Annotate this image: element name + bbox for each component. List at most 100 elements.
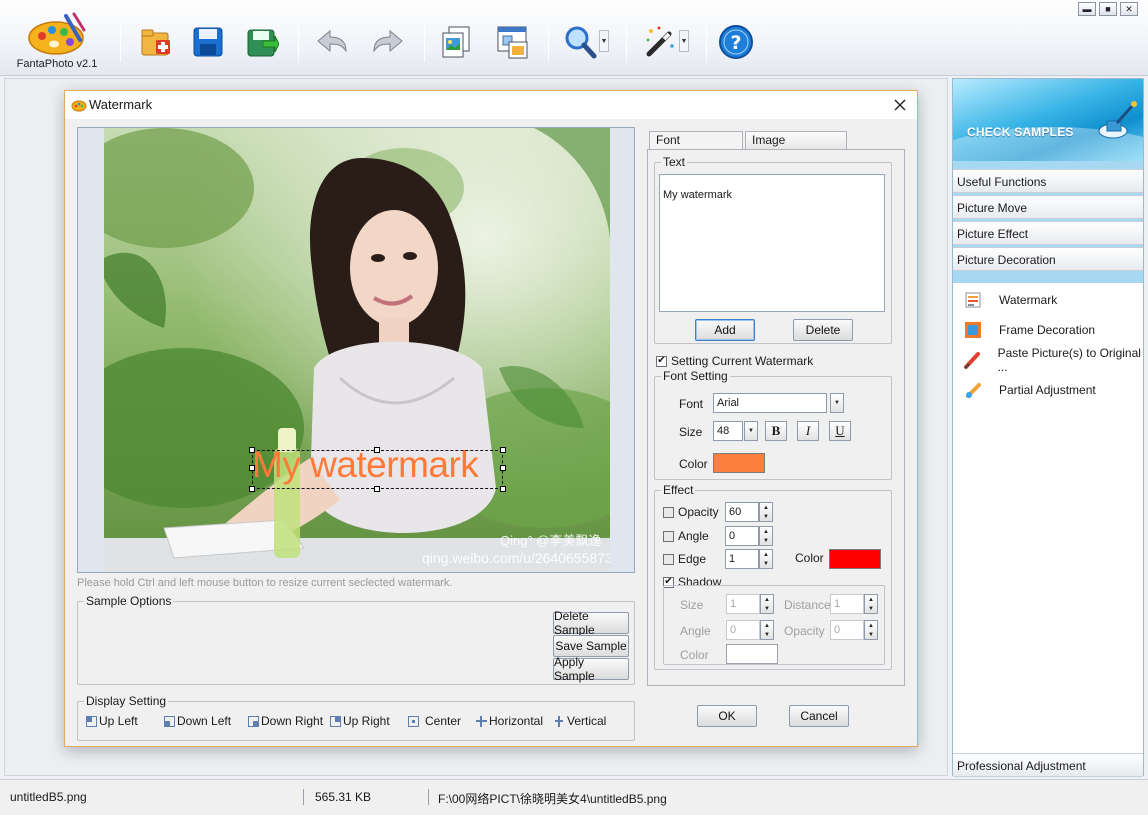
- shadow-distance-spinner[interactable]: ▲ ▼: [864, 594, 878, 614]
- export-button[interactable]: [242, 22, 282, 62]
- section-professional-adjustment[interactable]: Professional Adjustment: [953, 753, 1143, 777]
- horizontal-icon: [476, 715, 487, 727]
- delete-button[interactable]: Delete: [793, 319, 853, 341]
- display-setting-group: Display Setting Up Left Down Left Down R…: [77, 694, 635, 741]
- setting-current-watermark-checkbox[interactable]: ✔ Setting Current Watermark: [656, 354, 813, 368]
- save-as-export-icon: [247, 29, 279, 57]
- resize-handle[interactable]: [374, 447, 380, 453]
- shadow-size-input[interactable]: 1: [726, 594, 760, 614]
- resize-handle[interactable]: [500, 447, 506, 453]
- redo-arrow-icon: [373, 29, 403, 53]
- save-sample-button[interactable]: Save Sample: [553, 635, 629, 657]
- font-select[interactable]: Arial: [713, 393, 827, 413]
- shadow-distance-input[interactable]: 1: [830, 594, 864, 614]
- bold-button[interactable]: B: [765, 421, 787, 441]
- decoration-item-frame[interactable]: Frame Decoration: [963, 319, 1095, 341]
- display-down-left[interactable]: Down Left: [164, 714, 231, 728]
- shadow-angle-input[interactable]: 0: [726, 620, 760, 640]
- paste-window-button[interactable]: [492, 22, 532, 62]
- tab-image-watermark[interactable]: Image Watermark: [745, 131, 847, 161]
- dialog-close-button[interactable]: [889, 95, 911, 115]
- watermark-selection-box[interactable]: [249, 447, 506, 492]
- font-setting-label: Font Setting: [661, 369, 730, 383]
- save-button[interactable]: [188, 22, 228, 62]
- help-button[interactable]: ?: [716, 22, 756, 62]
- magic-wand-button[interactable]: [640, 22, 680, 62]
- svg-text:?: ?: [730, 32, 741, 54]
- display-up-right[interactable]: Up Right: [330, 714, 390, 728]
- angle-checkbox[interactable]: Angle: [663, 529, 709, 543]
- sample-options-label: Sample Options: [84, 594, 174, 608]
- shadow-opacity-spinner[interactable]: ▲ ▼: [864, 620, 878, 640]
- edge-input[interactable]: 1: [725, 549, 759, 569]
- size-label: Size: [679, 425, 703, 439]
- opacity-checkbox[interactable]: Opacity: [663, 505, 719, 519]
- resize-handle[interactable]: [249, 486, 255, 492]
- checkbox-box: [663, 506, 674, 518]
- section-useful-functions[interactable]: Useful Functions: [953, 169, 1143, 193]
- shadow-color-swatch[interactable]: [726, 644, 778, 664]
- display-horizontal[interactable]: Horizontal: [476, 714, 543, 728]
- open-image-button[interactable]: [136, 22, 176, 62]
- display-up-left[interactable]: Up Left: [86, 714, 138, 728]
- check-samples-label: CHECK SAMPLES: [967, 125, 1074, 139]
- section-picture-decoration[interactable]: Picture Decoration: [953, 247, 1143, 271]
- display-down-right[interactable]: Down Right: [248, 714, 323, 728]
- ok-button[interactable]: OK: [697, 705, 757, 727]
- size-dropdown-arrow[interactable]: ▼: [744, 421, 758, 441]
- angle-spinner[interactable]: ▲ ▼: [759, 526, 773, 546]
- decoration-item-paste-picture[interactable]: Paste Picture(s) to Original ...: [963, 346, 1143, 374]
- shadow-angle-spinner[interactable]: ▲ ▼: [760, 620, 774, 640]
- shadow-opacity-input[interactable]: 0: [830, 620, 864, 640]
- palette-small-icon: [71, 100, 87, 112]
- watermark-text-input[interactable]: My watermark: [659, 174, 885, 312]
- italic-button[interactable]: I: [797, 421, 819, 441]
- magic-wand-dropdown-arrow[interactable]: ▼: [679, 30, 689, 52]
- section-picture-move[interactable]: Picture Move: [953, 195, 1143, 219]
- decoration-item-partial-adjustment[interactable]: Partial Adjustment: [963, 379, 1096, 401]
- cancel-button[interactable]: Cancel: [789, 705, 849, 727]
- resize-handle[interactable]: [500, 465, 506, 471]
- minimize-icon[interactable]: ▬: [1078, 2, 1096, 16]
- undo-button[interactable]: [312, 22, 352, 62]
- edge-checkbox[interactable]: Edge: [663, 552, 706, 566]
- photo-url: qing.weibo.com/u/2640655873: [422, 550, 610, 566]
- opacity-input[interactable]: 60: [725, 502, 759, 522]
- add-button[interactable]: Add: [695, 319, 755, 341]
- underline-button[interactable]: U: [829, 421, 851, 441]
- shadow-size-spinner[interactable]: ▲ ▼: [760, 594, 774, 614]
- resize-handle[interactable]: [500, 486, 506, 492]
- decoration-item-watermark[interactable]: Watermark: [963, 289, 1057, 311]
- apply-sample-button[interactable]: Apply Sample: [553, 655, 629, 683]
- shadow-options-group: Size 1 ▲ ▼ Distance 1 ▲ ▼ Angle 0 ▲ ▼ Opaci…: [663, 585, 885, 665]
- check-samples-banner[interactable]: CHECK SAMPLES: [953, 79, 1143, 161]
- close-icon[interactable]: ✕: [1120, 2, 1138, 16]
- resize-handle[interactable]: [374, 486, 380, 492]
- delete-sample-button[interactable]: Delete Sample: [553, 609, 629, 637]
- text-group-label: Text: [661, 155, 688, 169]
- resize-handle[interactable]: [249, 465, 255, 471]
- main-toolbar: FantaPhoto v2.1 ▼ ▼ ? ▬ ■ ✕: [0, 0, 1148, 76]
- redo-button[interactable]: [368, 22, 408, 62]
- preview-photo[interactable]: Qing° @李美飘逸 qing.weibo.com/u/2640655873 …: [104, 128, 610, 572]
- copy-picture-button[interactable]: [436, 22, 476, 62]
- display-center[interactable]: Center: [408, 714, 461, 728]
- opacity-spinner[interactable]: ▲ ▼: [759, 502, 773, 522]
- checkbox-box: [663, 553, 674, 565]
- section-picture-effect[interactable]: Picture Effect: [953, 221, 1143, 245]
- zoom-button[interactable]: [560, 22, 600, 62]
- display-vertical[interactable]: Vertical: [554, 714, 606, 728]
- size-select[interactable]: 48: [713, 421, 743, 441]
- tab-font-watermark[interactable]: Font Watermark: [649, 131, 743, 161]
- font-dropdown-arrow[interactable]: ▼: [830, 393, 844, 413]
- edge-spinner[interactable]: ▲ ▼: [759, 549, 773, 569]
- edge-color-swatch[interactable]: [829, 549, 881, 569]
- font-color-swatch[interactable]: [713, 453, 765, 473]
- dialog-titlebar[interactable]: Watermark: [65, 91, 917, 119]
- font-setting-group: Font Setting Font Arial ▼ Size 48 ▼ B I …: [654, 369, 892, 480]
- angle-input[interactable]: 0: [725, 526, 759, 546]
- zoom-dropdown-arrow[interactable]: ▼: [599, 30, 609, 52]
- resize-handle[interactable]: [249, 447, 255, 453]
- restore-icon[interactable]: ■: [1099, 2, 1117, 16]
- decoration-item-label: Paste Picture(s) to Original ...: [997, 346, 1141, 374]
